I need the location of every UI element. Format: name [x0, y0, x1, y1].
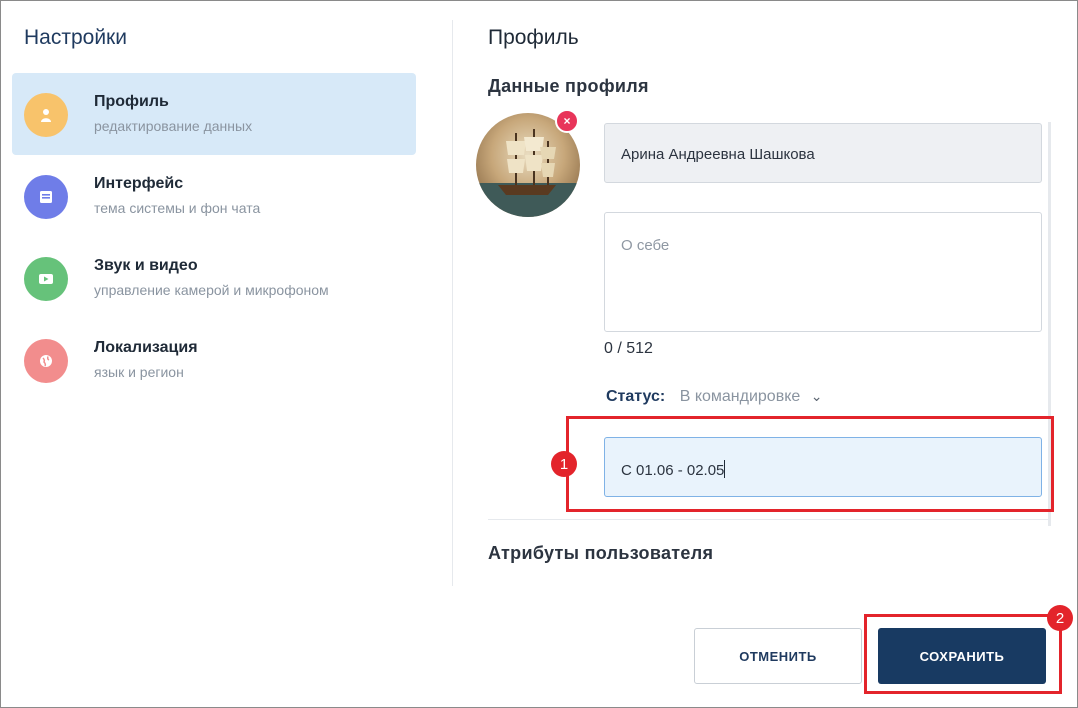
cancel-button[interactable]: ОТМЕНИТЬ [694, 628, 862, 684]
highlight-frame-status-text [566, 416, 1054, 512]
status-label: Статус: [606, 388, 666, 405]
globe-icon [24, 339, 68, 383]
sidebar-item-sublabel: управление камерой и микрофоном [94, 282, 329, 298]
status-selector[interactable]: Статус: В командировке ⌄ [606, 388, 822, 406]
user-attributes-heading[interactable]: Атрибуты пользователя [488, 543, 713, 564]
sidebar-item-label: Локализация [94, 339, 198, 356]
sidebar-item-sublabel: редактирование данных [94, 118, 253, 134]
interface-icon [24, 175, 68, 219]
sidebar-item-label: Профиль [94, 93, 169, 110]
settings-title: Настройки [24, 26, 127, 49]
step-badge-2: 2 [1047, 605, 1073, 631]
about-textarea[interactable]: О себе [604, 212, 1042, 332]
sidebar-item-label: Звук и видео [94, 257, 198, 274]
sidebar-item-localization[interactable]: Локализация язык и регион [12, 319, 416, 401]
remove-avatar-icon[interactable]: × [555, 109, 579, 133]
chevron-down-icon[interactable]: ⌄ [811, 388, 823, 404]
sidebar-item-label: Интерфейс [94, 175, 184, 192]
character-counter: 0 / 512 [604, 340, 653, 357]
sidebar-item-sound-video[interactable]: Звук и видео управление камерой и микроф… [12, 237, 416, 319]
sidebar-item-interface[interactable]: Интерфейс тема системы и фон чата [12, 155, 416, 237]
video-icon [24, 257, 68, 301]
status-value[interactable]: В командировке [680, 388, 801, 405]
step-badge-1: 1 [551, 451, 577, 477]
highlight-frame-save [864, 614, 1062, 694]
sidebar-item-sublabel: язык и регион [94, 364, 184, 380]
page-title: Профиль [488, 26, 579, 49]
full-name-value: Арина Андреевна Шашкова [621, 146, 815, 163]
panel-divider [452, 20, 453, 586]
profile-data-heading: Данные профиля [488, 76, 649, 96]
about-placeholder: О себе [621, 237, 670, 254]
sidebar-item-profile[interactable]: Профиль редактирование данных [12, 73, 416, 155]
section-divider [488, 519, 1048, 520]
person-icon [24, 93, 68, 137]
full-name-field[interactable]: Арина Андреевна Шашкова [604, 123, 1042, 183]
sidebar-item-sublabel: тема системы и фон чата [94, 200, 261, 216]
